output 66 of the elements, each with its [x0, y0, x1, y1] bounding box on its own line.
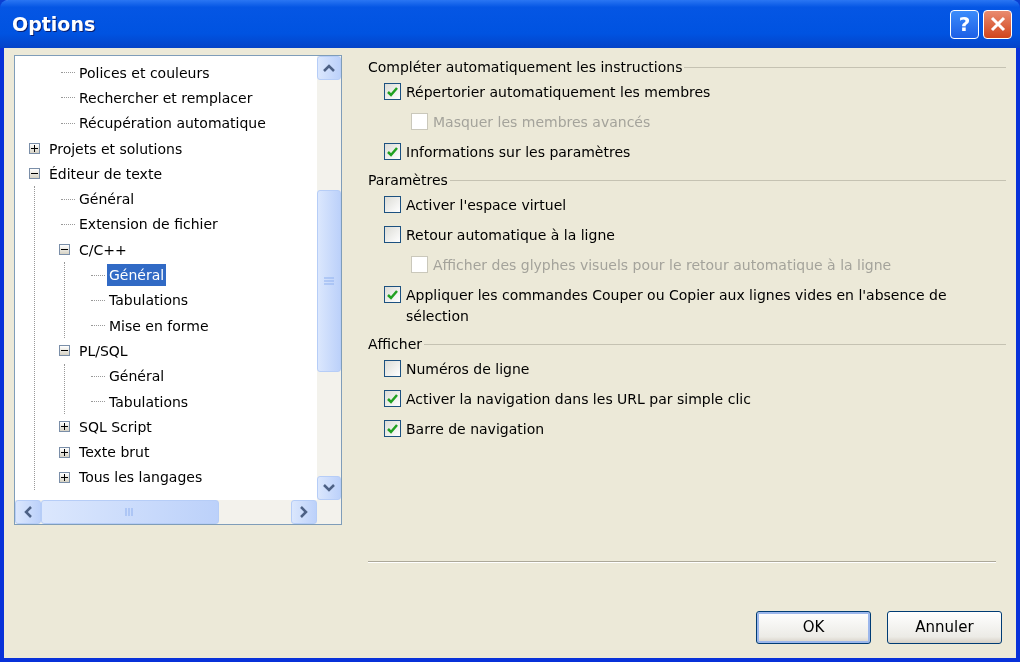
checkbox-label: Répertorier automatiquement les membres	[406, 83, 711, 102]
scroll-up-button[interactable]	[317, 56, 341, 80]
checkbox[interactable]	[384, 420, 401, 437]
scroll-left-button[interactable]	[15, 500, 41, 524]
expand-toggle[interactable]	[28, 143, 40, 155]
scrollbar-corner	[317, 500, 341, 524]
tree-item[interactable]: Éditeur de texte	[47, 162, 164, 185]
grip-icon	[324, 277, 334, 285]
checkbox-label: Afficher des glyphes visuels pour le retour automatique à la ligne	[433, 256, 892, 275]
tree-item[interactable]: Tabulations	[107, 390, 191, 413]
plus-icon	[60, 473, 68, 481]
tree-item[interactable]: SQL Script	[77, 415, 154, 438]
checkbox-label: Masquer les membres avancés	[433, 113, 651, 132]
tree-item[interactable]: Général	[107, 264, 167, 286]
section-heading: Paramètres	[368, 171, 448, 190]
scroll-right-button[interactable]	[291, 500, 317, 524]
window-title: Options	[12, 11, 97, 37]
plus-icon	[60, 448, 68, 456]
help-button[interactable]: ?	[950, 9, 979, 39]
section-heading: Afficher	[368, 335, 423, 354]
checkbox[interactable]	[384, 83, 401, 100]
collapse-toggle[interactable]	[58, 244, 70, 256]
scroll-thumb[interactable]	[41, 500, 219, 524]
close-button[interactable]	[983, 9, 1012, 39]
collapse-toggle[interactable]	[28, 168, 40, 180]
checkbox[interactable]	[384, 360, 401, 377]
tree-item[interactable]: Mise en forme	[107, 314, 211, 337]
close-icon	[989, 16, 1006, 32]
tree-item[interactable]: PL/SQL	[77, 339, 130, 362]
tree-item[interactable]: Récupération automatique	[77, 112, 268, 135]
expand-toggle[interactable]	[58, 471, 70, 483]
checkbox[interactable]	[384, 226, 401, 243]
expand-toggle[interactable]	[58, 421, 70, 433]
checkbox-label: Barre de navigation	[406, 420, 545, 439]
tree-item[interactable]: Rechercher et remplacer	[77, 86, 255, 109]
tree-item[interactable]: Texte brut	[77, 441, 152, 464]
checkbox[interactable]	[384, 143, 401, 160]
ok-button[interactable]: OK	[756, 611, 871, 644]
checkbox[interactable]	[384, 390, 401, 407]
tree-item[interactable]: Extension de fichier	[77, 213, 220, 236]
scroll-down-button[interactable]	[317, 476, 341, 500]
checkbox-label: Activer la navigation dans les URL par simple clic	[406, 390, 751, 409]
cancel-button[interactable]: Annuler	[887, 611, 1002, 644]
checkbox-label: Retour automatique à la ligne	[406, 226, 615, 245]
tree-item[interactable]: Tabulations	[107, 289, 191, 312]
tree-item[interactable]: Tous les langages	[77, 466, 205, 489]
tree-item[interactable]: Projets et solutions	[47, 137, 185, 160]
checkbox[interactable]	[384, 196, 401, 213]
horizontal-scrollbar[interactable]	[15, 500, 317, 524]
plus-icon	[30, 145, 38, 153]
expand-toggle[interactable]	[58, 446, 70, 458]
scroll-thumb[interactable]	[317, 190, 341, 372]
tree-item[interactable]: C/C++	[77, 238, 129, 261]
tree-item[interactable]: Polices et couleurs	[77, 61, 212, 84]
checkbox-label: Informations sur les paramètres	[406, 143, 631, 162]
tree-item[interactable]: Général	[107, 365, 167, 388]
plus-icon	[60, 423, 68, 431]
section-heading: Compléter automatiquement les instructions	[368, 58, 683, 77]
checkbox-label: Numéros de ligne	[406, 360, 530, 379]
vertical-scrollbar[interactable]	[317, 56, 341, 500]
checkbox[interactable]	[384, 286, 401, 303]
collapse-toggle[interactable]	[58, 345, 70, 357]
grip-icon	[125, 508, 135, 516]
checkbox-label: Appliquer les commandes Couper ou Copier aux lignes vides en l'absence de sélection	[406, 286, 948, 326]
checkbox-label: Activer l'espace virtuel	[406, 196, 567, 215]
tree-item[interactable]: Général	[77, 188, 137, 211]
